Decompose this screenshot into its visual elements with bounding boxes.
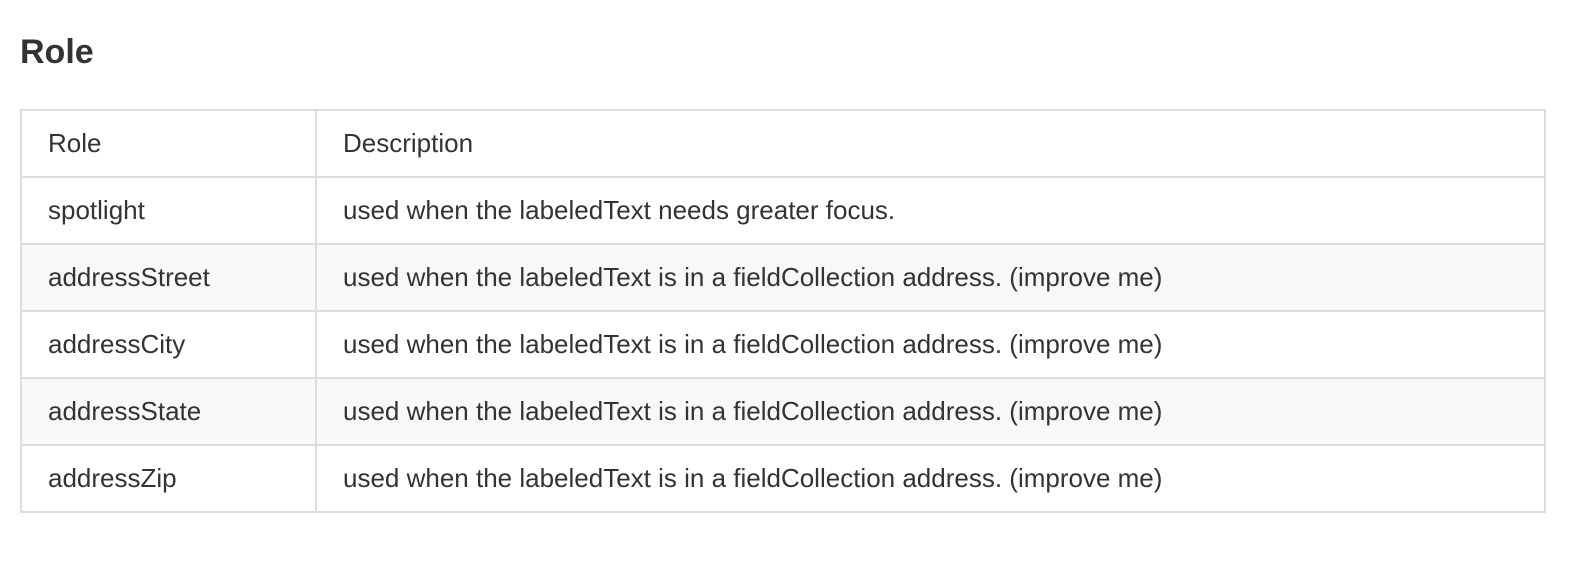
role-cell: addressState [20,377,317,446]
header-description: Description [315,109,1546,178]
table-body: spotlight used when the labeledText need… [20,176,1546,513]
role-cell: spotlight [20,176,317,245]
table-header-row: Role Description [20,109,1546,178]
role-cell: addressStreet [20,243,317,312]
table-row: spotlight used when the labeledText need… [20,176,1546,245]
role-cell: addressZip [20,444,317,513]
table-row: addressCity used when the labeledText is… [20,310,1546,379]
header-role: Role [20,109,317,178]
role-cell: addressCity [20,310,317,379]
table-header: Role Description [20,109,1546,178]
description-cell: used when the labeledText is in a fieldC… [315,243,1546,312]
description-cell: used when the labeledText needs greater … [315,176,1546,245]
section-title: Role [20,33,94,71]
table-row: addressZip used when the labeledText is … [20,444,1546,513]
table-row: addressStreet used when the labeledText … [20,243,1546,312]
description-cell: used when the labeledText is in a fieldC… [315,444,1546,513]
role-table: Role Description spotlight used when the… [20,109,1546,513]
description-cell: used when the labeledText is in a fieldC… [315,310,1546,379]
table-row: addressState used when the labeledText i… [20,377,1546,446]
description-cell: used when the labeledText is in a fieldC… [315,377,1546,446]
